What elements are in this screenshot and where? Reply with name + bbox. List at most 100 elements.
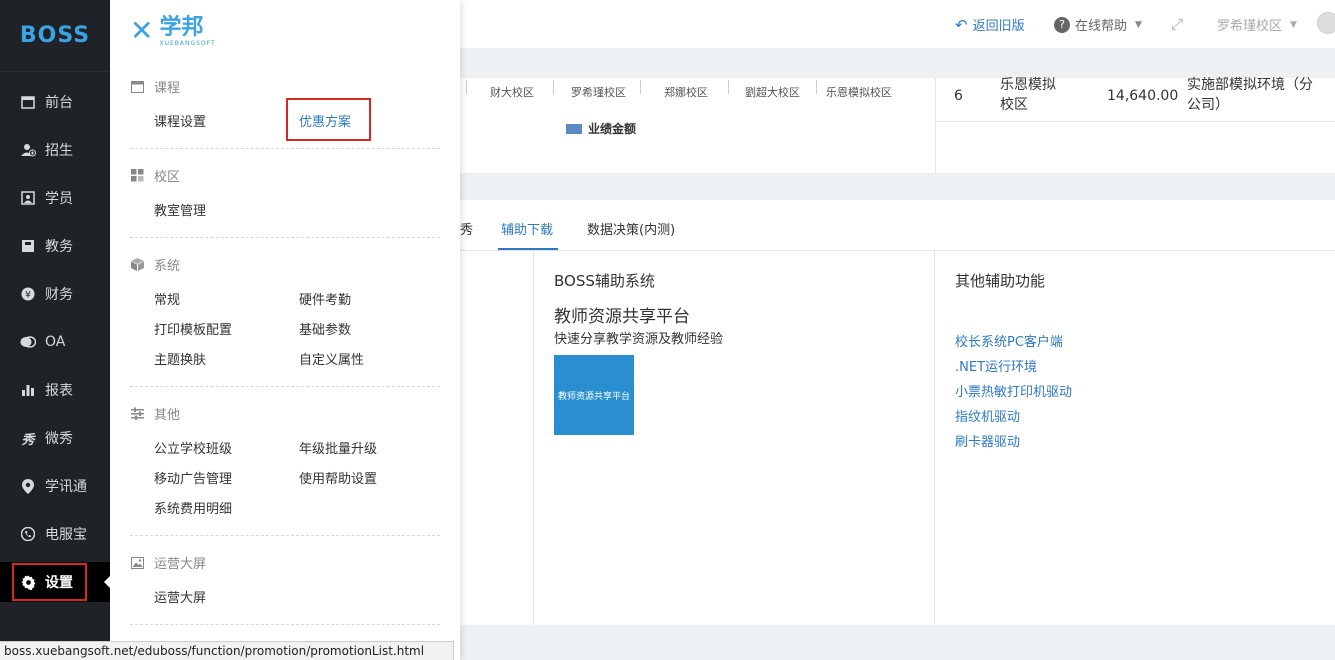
menu-link-grade-batch-upgrade[interactable]: 年级批量升级: [299, 438, 377, 457]
menu-link-course-settings[interactable]: 课程设置: [154, 111, 206, 130]
student-icon: [20, 190, 36, 206]
menu-link-theme-skin[interactable]: 主题换肤: [154, 349, 206, 368]
yen-icon: ¥: [20, 286, 36, 302]
section-course-title: 课程: [130, 77, 180, 96]
tab-data-decision[interactable]: 数据决策(内测): [587, 219, 675, 238]
sidebar-item-academic[interactable]: 教务: [0, 226, 110, 266]
sidebar-item-finance[interactable]: ¥ 财务: [0, 274, 110, 314]
highlight-box: [286, 98, 371, 141]
fullscreen-icon[interactable]: ⤢: [1171, 15, 1183, 33]
menu-link-public-school-classes[interactable]: 公立学校班级: [154, 438, 232, 457]
other-aux-title: 其他辅助功能: [955, 272, 1046, 290]
campus-cell: 乐恩模拟 校区: [1000, 77, 1056, 113]
avatar[interactable]: [1317, 12, 1335, 34]
settings-menu-panel: ✕ 学邦 XUEBANGSOFT 课程 课程设置 优惠方案 校区 教室管理 系统…: [110, 0, 460, 660]
calendar-icon: [20, 94, 36, 110]
boss-logo[interactable]: BOSS: [0, 0, 110, 72]
teacher-platform-thumbnail[interactable]: 教师资源共享平台: [554, 355, 634, 435]
section-other-title: 其他: [130, 404, 180, 423]
boss-aux-title: BOSS辅助系统: [554, 272, 655, 290]
menu-link-mobile-ads[interactable]: 移动广告管理: [154, 468, 232, 487]
teacher-platform-title[interactable]: 教师资源共享平台: [554, 302, 690, 327]
sidebar: BOSS 前台 招生 学员 教务 ¥ 财务 OA 报表 秀 微秀 学讯通 电服宝: [0, 0, 110, 660]
grid-icon: [130, 169, 144, 183]
online-help-dropdown[interactable]: ? 在线帮助 ▼: [1054, 15, 1142, 34]
link-principal-pc-client[interactable]: 校长系统PC客户端: [955, 331, 1063, 350]
tick-separator: [728, 80, 729, 94]
section-system-title: 系统: [130, 255, 180, 274]
sidebar-item-students[interactable]: 学员: [0, 178, 110, 218]
xuebang-x-logo-icon: ✕: [130, 14, 154, 47]
menu-link-help-settings[interactable]: 使用帮助设置: [299, 468, 377, 487]
tab-divider: [460, 250, 1335, 251]
bar-chart-icon: [20, 382, 36, 398]
section-campus-title: 校区: [130, 166, 180, 185]
chat-icon: [20, 334, 36, 350]
tab-weixiu[interactable]: 秀: [460, 219, 473, 238]
section-divider: [130, 148, 440, 149]
amount-cell: 14,640.00: [1107, 88, 1179, 104]
section-divider: [130, 535, 440, 536]
caret-down-icon: ▼: [1290, 19, 1297, 30]
section-divider: [130, 386, 440, 387]
section-divider: [130, 624, 440, 625]
tick-separator: [466, 80, 467, 94]
menu-link-general[interactable]: 常规: [154, 289, 180, 308]
image-icon: [130, 556, 144, 570]
svg-text:¥: ¥: [25, 291, 31, 301]
sidebar-item-reports[interactable]: 报表: [0, 370, 110, 410]
tick-separator: [553, 80, 554, 94]
teacher-platform-desc: 快速分享教学资源及教师经验: [554, 332, 724, 347]
x-tick-label: 罗希瑾校区: [571, 86, 626, 99]
caret-down-icon: ▼: [1135, 19, 1142, 30]
rank-cell: 6: [954, 88, 963, 104]
link-fingerprint-driver[interactable]: 指纹机驱动: [955, 406, 1020, 425]
sidebar-item-weixiu[interactable]: 秀 微秀: [0, 418, 110, 458]
undo-icon: ↶: [955, 15, 968, 34]
user-add-icon: [20, 142, 36, 158]
x-tick-label: 郑娜校区: [664, 86, 708, 99]
x-tick-label: 财大校区: [490, 86, 534, 99]
active-tab-indicator: [498, 248, 558, 250]
tick-separator: [640, 80, 641, 94]
campus-switcher[interactable]: 罗希瑾校区 ▼: [1217, 15, 1297, 34]
cube-icon: [130, 258, 144, 272]
chart-legend: 业绩金额: [566, 120, 636, 137]
sidebar-item-dianfubao[interactable]: 电服宝: [0, 514, 110, 554]
top-bar: ↶ 返回旧版 ? 在线帮助 ▼ ⤢ 罗希瑾校区 ▼: [460, 0, 1335, 48]
menu-link-system-fees[interactable]: 系统费用明细: [154, 498, 232, 517]
sidebar-item-oa[interactable]: OA: [0, 322, 110, 362]
x-tick-label: 乐恩模拟校区: [826, 86, 892, 99]
link-dotnet-runtime[interactable]: .NET运行环境: [955, 356, 1037, 375]
org-cell: 实施部模拟环境（分 公司）: [1187, 77, 1313, 113]
row-divider: [935, 121, 1335, 122]
sidebar-item-settings[interactable]: 设置: [0, 562, 110, 602]
menu-link-ops-screen[interactable]: 运营大屏: [154, 587, 206, 606]
link-receipt-printer-driver[interactable]: 小票热敏打印机驱动: [955, 381, 1072, 400]
menu-link-classroom-management[interactable]: 教室管理: [154, 200, 206, 219]
weixiu-icon: 秀: [21, 432, 35, 448]
tick-separator: [816, 80, 817, 94]
sliders-icon: [130, 407, 144, 421]
sidebar-item-reception[interactable]: 前台: [0, 82, 110, 122]
link-card-reader-driver[interactable]: 刷卡器驱动: [955, 431, 1020, 450]
phone-icon: [20, 526, 36, 542]
sidebar-item-xuexuntong[interactable]: 学讯通: [0, 466, 110, 506]
back-to-old-version-link[interactable]: ↶ 返回旧版: [955, 15, 1025, 35]
browser-status-url: boss.xuebangsoft.net/eduboss/function/pr…: [0, 641, 454, 660]
tab-aux-download[interactable]: 辅助下载: [501, 219, 553, 238]
menu-link-print-template[interactable]: 打印模板配置: [154, 319, 232, 338]
x-tick-label: 劉超大校区: [745, 86, 800, 99]
sidebar-item-enrollment[interactable]: 招生: [0, 130, 110, 170]
menu-link-custom-attributes[interactable]: 自定义属性: [299, 349, 364, 368]
legend-swatch: [566, 123, 582, 134]
question-icon: ?: [1054, 16, 1070, 33]
book-icon: [20, 238, 36, 254]
menu-link-hardware-attendance[interactable]: 硬件考勤: [299, 289, 351, 308]
xuebang-logo: ✕ 学邦 XUEBANGSOFT: [130, 14, 216, 47]
section-ops-screen-title: 运营大屏: [130, 553, 206, 572]
calendar-small-icon: [130, 80, 144, 94]
menu-link-basic-params[interactable]: 基础参数: [299, 319, 351, 338]
column-divider: [533, 251, 534, 625]
section-divider: [130, 237, 440, 238]
